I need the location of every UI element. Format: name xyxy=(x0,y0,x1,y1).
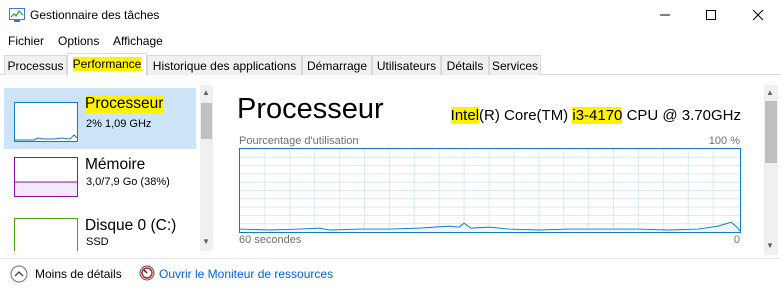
tab-historique[interactable]: Historique des applications xyxy=(147,55,302,75)
cpu-name-mid: (R) Core(TM) xyxy=(479,107,573,124)
tab-label: Démarrage xyxy=(306,59,368,73)
scroll-down-icon[interactable]: ▼ xyxy=(202,237,210,246)
less-details-button[interactable]: Moins de détails xyxy=(35,267,122,281)
cpu-model-name: Intel(R) Core(TM) i3-4170 CPU @ 3.70GHz xyxy=(450,107,741,124)
scrollbar-thumb[interactable] xyxy=(201,103,212,139)
close-button[interactable] xyxy=(735,0,781,30)
cpu-model: i3-4170 xyxy=(572,107,623,124)
task-manager-icon xyxy=(9,8,25,22)
maximize-button[interactable] xyxy=(688,0,734,30)
scrollbar-thumb[interactable] xyxy=(765,101,777,163)
resource-monitor-icon xyxy=(139,265,155,284)
cpu-thumbnail-graph xyxy=(14,102,78,142)
disk-thumbnail-graph xyxy=(14,218,78,251)
maximize-icon xyxy=(706,10,716,20)
resource-item-processeur[interactable]: Processeur 2% 1,09 GHz xyxy=(4,88,196,149)
tab-label: Performance xyxy=(72,57,142,71)
tab-label: Historique des applications xyxy=(152,59,297,73)
graph-label: Pourcentage d'utilisation xyxy=(239,135,359,147)
title-bar: Gestionnaire des tâches xyxy=(0,0,781,30)
footer: Moins de détails Ouvrir le Moniteur de r… xyxy=(0,258,781,288)
tab-utilisateurs[interactable]: Utilisateurs xyxy=(372,55,441,75)
detail-scrollbar[interactable]: ▲ ▼ xyxy=(764,85,778,255)
graph-max-label: 100 % xyxy=(708,135,740,147)
menu-affichage[interactable]: Affichage xyxy=(113,34,163,48)
scroll-down-icon[interactable]: ▼ xyxy=(766,241,774,250)
scroll-up-icon[interactable]: ▲ xyxy=(766,88,774,97)
resource-list-scrollbar[interactable]: ▲ ▼ xyxy=(200,85,213,251)
resource-subtitle: 3,0/7,9 Go (38%) xyxy=(86,176,170,188)
memory-thumbnail-graph xyxy=(14,157,78,197)
menu-fichier[interactable]: Fichier xyxy=(8,34,44,48)
page-title: Processeur xyxy=(237,93,384,125)
cpu-usage-graph xyxy=(239,148,741,233)
graph-min-label: 0 xyxy=(733,234,740,246)
cpu-name-tail: CPU @ 3.70GHz xyxy=(622,107,741,124)
tab-details[interactable]: Détails xyxy=(441,55,489,75)
resource-title: Mémoire xyxy=(85,156,146,173)
resource-list: Processeur 2% 1,09 GHz Mémoire 3,0/7,9 G… xyxy=(4,85,213,251)
resource-subtitle: SSD xyxy=(86,236,109,248)
tab-performance[interactable]: Performance xyxy=(67,53,147,76)
tab-label: Détails xyxy=(446,59,484,73)
tab-label: Services xyxy=(491,59,538,73)
resource-subtitle: 2% 1,09 GHz xyxy=(86,118,152,130)
minimize-icon xyxy=(660,14,670,16)
tab-services[interactable]: Services xyxy=(489,55,541,75)
tab-bar: Processus Performance Historique des app… xyxy=(0,53,781,76)
minimize-button[interactable] xyxy=(642,0,688,30)
resource-item-disque[interactable]: Disque 0 (C:) SSD xyxy=(4,210,196,251)
cpu-brand: Intel xyxy=(450,107,480,124)
open-resource-monitor-link[interactable]: Ouvrir le Moniteur de ressources xyxy=(159,267,333,281)
menu-bar: Fichier Options Affichage xyxy=(0,31,781,51)
resource-title: Processeur xyxy=(85,95,164,113)
chevron-up-circle-icon[interactable] xyxy=(10,265,28,286)
tab-label: Utilisateurs xyxy=(376,59,437,73)
window-title: Gestionnaire des tâches xyxy=(30,8,160,22)
tab-processus[interactable]: Processus xyxy=(4,55,67,75)
menu-options[interactable]: Options xyxy=(58,34,99,48)
scroll-up-icon[interactable]: ▲ xyxy=(202,88,210,97)
tab-label: Processus xyxy=(7,59,64,73)
tab-demarrage[interactable]: Démarrage xyxy=(302,55,372,75)
resource-item-memoire[interactable]: Mémoire 3,0/7,9 Go (38%) xyxy=(4,149,196,210)
detail-pane: Processeur Intel(R) Core(TM) i3-4170 CPU… xyxy=(214,85,762,255)
graph-time-label: 60 secondes xyxy=(239,234,302,246)
resource-title: Disque 0 (C:) xyxy=(85,217,177,234)
close-icon xyxy=(752,9,764,21)
